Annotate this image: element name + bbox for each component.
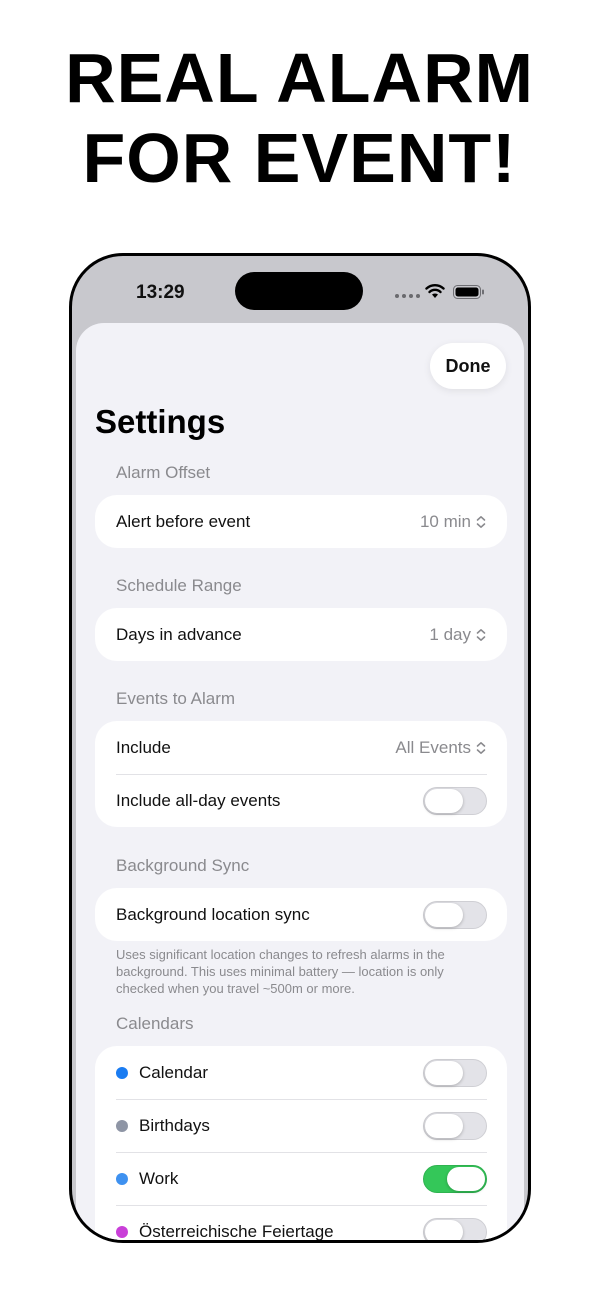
section-header-alarm-offset: Alarm Offset xyxy=(116,463,211,482)
days-in-advance-label: Days in advance xyxy=(116,624,242,644)
section-header-background-sync: Background Sync xyxy=(116,856,250,875)
include-all-day-label: Include all-day events xyxy=(116,790,281,810)
section-header-calendars: Calendars xyxy=(116,1014,194,1033)
calendar-label: Calendar xyxy=(139,1062,208,1082)
calendar-label: Work xyxy=(139,1168,179,1188)
status-time: 13:29 xyxy=(136,282,185,303)
events-to-alarm-group: Include All Events Include all-day event… xyxy=(95,721,507,827)
calendars-group: Calendar Birthdays Work Österreichische … xyxy=(95,1046,507,1241)
calendar-label: Birthdays xyxy=(139,1115,210,1135)
alarm-offset-group: Alert before event 10 min xyxy=(95,495,507,548)
done-button[interactable]: Done xyxy=(430,343,506,389)
wifi-icon xyxy=(425,284,445,298)
days-in-advance-value: 1 day xyxy=(429,624,471,644)
phone-frame: 13:29 Done Settings Alarm Offset Alert b… xyxy=(69,253,531,1243)
include-value: All Events xyxy=(395,737,471,757)
headline-line-2: FOR EVENT! xyxy=(82,119,517,197)
calendar-toggle[interactable] xyxy=(423,1058,487,1087)
background-sync-group: Background location sync xyxy=(95,888,507,941)
days-in-advance-picker[interactable]: 1 day xyxy=(429,625,487,645)
chevron-up-down-icon xyxy=(476,741,486,754)
cellular-signal-icon xyxy=(395,294,421,298)
calendar-row-work: Work xyxy=(95,1152,507,1205)
background-location-label: Background location sync xyxy=(116,904,310,924)
dynamic-island xyxy=(235,272,363,310)
promo-headline: REAL ALARM FOR EVENT! xyxy=(0,38,599,198)
include-row[interactable]: Include All Events xyxy=(95,721,507,774)
calendar-row-calendar: Calendar xyxy=(95,1046,507,1099)
alert-before-event-row[interactable]: Alert before event 10 min xyxy=(95,495,507,548)
calendar-color-dot xyxy=(116,1066,128,1079)
alert-offset-picker[interactable]: 10 min xyxy=(420,512,487,532)
section-header-events-to-alarm: Events to Alarm xyxy=(116,689,236,708)
calendar-color-dot xyxy=(116,1225,128,1238)
background-location-row: Background location sync xyxy=(95,888,507,941)
background-location-toggle[interactable] xyxy=(423,900,487,929)
schedule-range-group: Days in advance 1 day xyxy=(95,608,507,661)
alert-before-event-label: Alert before event xyxy=(116,511,251,531)
settings-sheet: Done Settings Alarm Offset Alert before … xyxy=(76,323,524,1241)
calendar-toggle[interactable] xyxy=(423,1164,487,1193)
include-label: Include xyxy=(116,737,171,757)
calendar-toggle[interactable] xyxy=(423,1111,487,1140)
alert-offset-value: 10 min xyxy=(419,511,471,531)
section-header-schedule-range: Schedule Range xyxy=(116,576,242,595)
days-in-advance-row[interactable]: Days in advance 1 day xyxy=(95,608,507,661)
include-all-day-row: Include all-day events xyxy=(95,774,507,827)
battery-icon xyxy=(453,285,484,299)
calendar-row-feiertage: Österreichische Feiertage xyxy=(95,1205,507,1241)
headline-line-1: REAL ALARM xyxy=(65,39,534,117)
calendar-color-dot xyxy=(116,1119,128,1132)
page-title: Settings xyxy=(95,403,226,440)
include-all-day-toggle[interactable] xyxy=(423,786,487,815)
chevron-up-down-icon xyxy=(476,515,486,528)
calendar-row-birthdays: Birthdays xyxy=(95,1099,507,1152)
calendar-label: Österreichische Feiertage xyxy=(139,1221,334,1241)
calendar-toggle[interactable] xyxy=(423,1217,487,1240)
calendar-color-dot xyxy=(116,1172,128,1185)
chevron-up-down-icon xyxy=(476,628,486,641)
status-bar: 13:29 xyxy=(72,256,528,326)
background-sync-footnote: Uses significant location changes to ref… xyxy=(116,947,445,996)
include-picker[interactable]: All Events xyxy=(395,738,487,758)
